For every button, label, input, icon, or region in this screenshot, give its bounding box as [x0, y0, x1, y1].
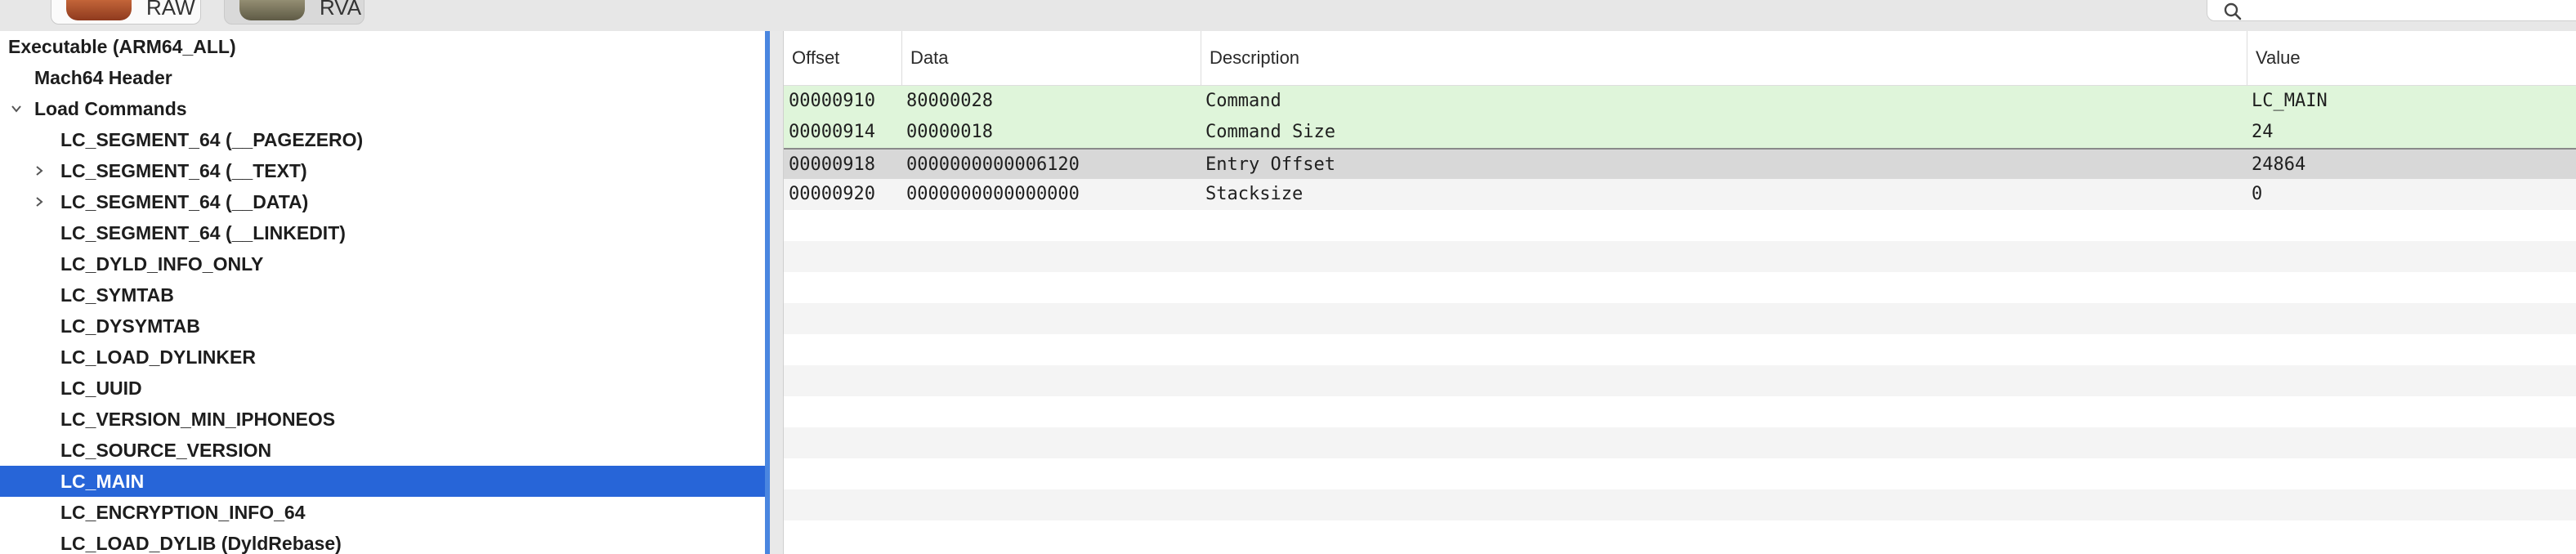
cell-value: 24864 — [2252, 154, 2306, 175]
tree-item-label: LC_LOAD_DYLINKER — [60, 346, 256, 368]
cell-offset: 00000910 — [789, 91, 875, 111]
tree-item-label: Mach64 Header — [34, 67, 172, 88]
empty-table-row — [784, 334, 2576, 365]
tree-item[interactable]: LC_SEGMENT_64 (__TEXT) — [0, 155, 765, 186]
cell-description: Entry Offset — [1205, 154, 1335, 175]
raw-mode-icon — [66, 0, 132, 20]
empty-table-row — [784, 365, 2576, 396]
empty-table-row — [784, 396, 2576, 427]
tree-item-label: LC_VERSION_MIN_IPHONEOS — [60, 409, 336, 430]
cell-description: Command — [1205, 91, 1281, 111]
tree-item-label: LC_DYSYMTAB — [60, 315, 200, 337]
tree-item-label: LC_UUID — [60, 378, 142, 399]
empty-table-row — [784, 272, 2576, 303]
column-header-data[interactable]: Data — [901, 31, 1201, 85]
search-box[interactable] — [2207, 0, 2576, 21]
tree-item[interactable]: Executable (ARM64_ALL) — [0, 31, 765, 62]
cell-offset: 00000914 — [789, 122, 875, 142]
cell-value: 24 — [2252, 122, 2274, 142]
raw-mode-label: RAW — [146, 0, 195, 20]
tree-item-label: Load Commands — [34, 98, 187, 119]
cell-offset: 00000918 — [789, 154, 875, 175]
empty-table-row — [784, 241, 2576, 272]
empty-table-row — [784, 303, 2576, 334]
tree-item[interactable]: LC_SEGMENT_64 (__PAGEZERO) — [0, 124, 765, 155]
chevron-down-icon[interactable] — [7, 93, 26, 124]
tree-item-label: LC_SEGMENT_64 (__LINKEDIT) — [60, 222, 346, 243]
tree-item-label: Executable (ARM64_ALL) — [8, 36, 236, 57]
tree-item[interactable]: LC_ENCRYPTION_INFO_64 — [0, 497, 765, 528]
tree-item-label: LC_SEGMENT_64 (__TEXT) — [60, 160, 307, 181]
pane-splitter[interactable] — [770, 31, 784, 554]
tree-item[interactable]: LC_SYMTAB — [0, 279, 765, 311]
tree-item[interactable]: LC_SEGMENT_64 (__DATA) — [0, 186, 765, 217]
tree-item[interactable]: LC_SOURCE_VERSION — [0, 435, 765, 466]
load-commands-tree: Executable (ARM64_ALL) Mach64 Header Load … — [0, 31, 770, 554]
column-header-offset[interactable]: Offset — [784, 31, 901, 85]
tree-item[interactable]: LC_DYLD_INFO_ONLY — [0, 248, 765, 279]
tree-item-label: LC_SEGMENT_64 (__DATA) — [60, 191, 309, 212]
cell-data: 0000000000006120 — [906, 154, 1080, 175]
tree-item-label: LC_SEGMENT_64 (__PAGEZERO) — [60, 129, 364, 150]
tree-item[interactable]: LC_MAIN — [0, 466, 765, 497]
search-icon — [2224, 2, 2242, 20]
cell-value: 0 — [2252, 184, 2263, 204]
table-row[interactable]: 00000914 00000018 Command Size 24 — [784, 117, 2576, 148]
tree-item[interactable]: Mach64 Header — [0, 62, 765, 93]
tree-item-label: LC_DYLD_INFO_ONLY — [60, 253, 264, 275]
rva-mode-button[interactable]: RVA — [224, 0, 364, 25]
tree-item-label: LC_LOAD_DYLIB (DyldRebase) — [60, 533, 342, 554]
tree-item-label: LC_ENCRYPTION_INFO_64 — [60, 502, 306, 523]
empty-table-row — [784, 427, 2576, 458]
tree-item[interactable]: LC_DYSYMTAB — [0, 311, 765, 342]
tree-item[interactable]: LC_UUID — [0, 373, 765, 404]
table-row[interactable]: 00000918 0000000000006120 Entry Offset 2486… — [784, 148, 2576, 179]
cell-offset: 00000920 — [789, 184, 875, 204]
tree-item-label: LC_SOURCE_VERSION — [60, 440, 272, 461]
toolbar: RAW RVA — [0, 0, 2576, 32]
rva-mode-icon — [239, 0, 305, 20]
rva-mode-label: RVA — [320, 0, 362, 20]
raw-mode-button[interactable]: RAW — [51, 0, 201, 25]
tree-item[interactable]: LC_VERSION_MIN_IPHONEOS — [0, 404, 765, 435]
cell-data: 00000018 — [906, 122, 993, 142]
search-input[interactable] — [2253, 0, 2567, 19]
empty-table-row — [784, 458, 2576, 489]
tree-item-label: LC_MAIN — [60, 471, 145, 492]
cell-description: Stacksize — [1205, 184, 1304, 204]
cell-data: 80000028 — [906, 91, 993, 111]
tree-item[interactable]: LC_LOAD_DYLIB (DyldRebase) — [0, 528, 765, 554]
details-table: Offset Data Description Value 00000910 80… — [784, 31, 2576, 554]
chevron-right-icon[interactable] — [29, 155, 49, 186]
column-header-description[interactable]: Description — [1201, 31, 2247, 85]
tree-item-label: LC_SYMTAB — [60, 284, 174, 306]
cell-data: 0000000000000000 — [906, 184, 1080, 204]
table-row[interactable]: 00000920 0000000000000000 Stacksize 0 — [784, 179, 2576, 210]
cell-description: Command Size — [1205, 122, 1335, 142]
empty-table-row — [784, 489, 2576, 520]
cell-value: LC_MAIN — [2252, 91, 2328, 111]
tree-item[interactable]: Load Commands — [0, 93, 765, 124]
table-row[interactable]: 00000910 80000028 Command LC_MAIN — [784, 86, 2576, 117]
tree-item[interactable]: LC_SEGMENT_64 (__LINKEDIT) — [0, 217, 765, 248]
empty-table-row — [784, 520, 2576, 552]
chevron-right-icon[interactable] — [29, 186, 49, 217]
column-header-value[interactable]: Value — [2247, 31, 2576, 85]
table-header: Offset Data Description Value — [784, 31, 2576, 86]
table-body: 00000910 80000028 Command LC_MAIN 00000914 00… — [784, 86, 2576, 552]
tree-item[interactable]: LC_LOAD_DYLINKER — [0, 342, 765, 373]
empty-table-row — [784, 210, 2576, 241]
